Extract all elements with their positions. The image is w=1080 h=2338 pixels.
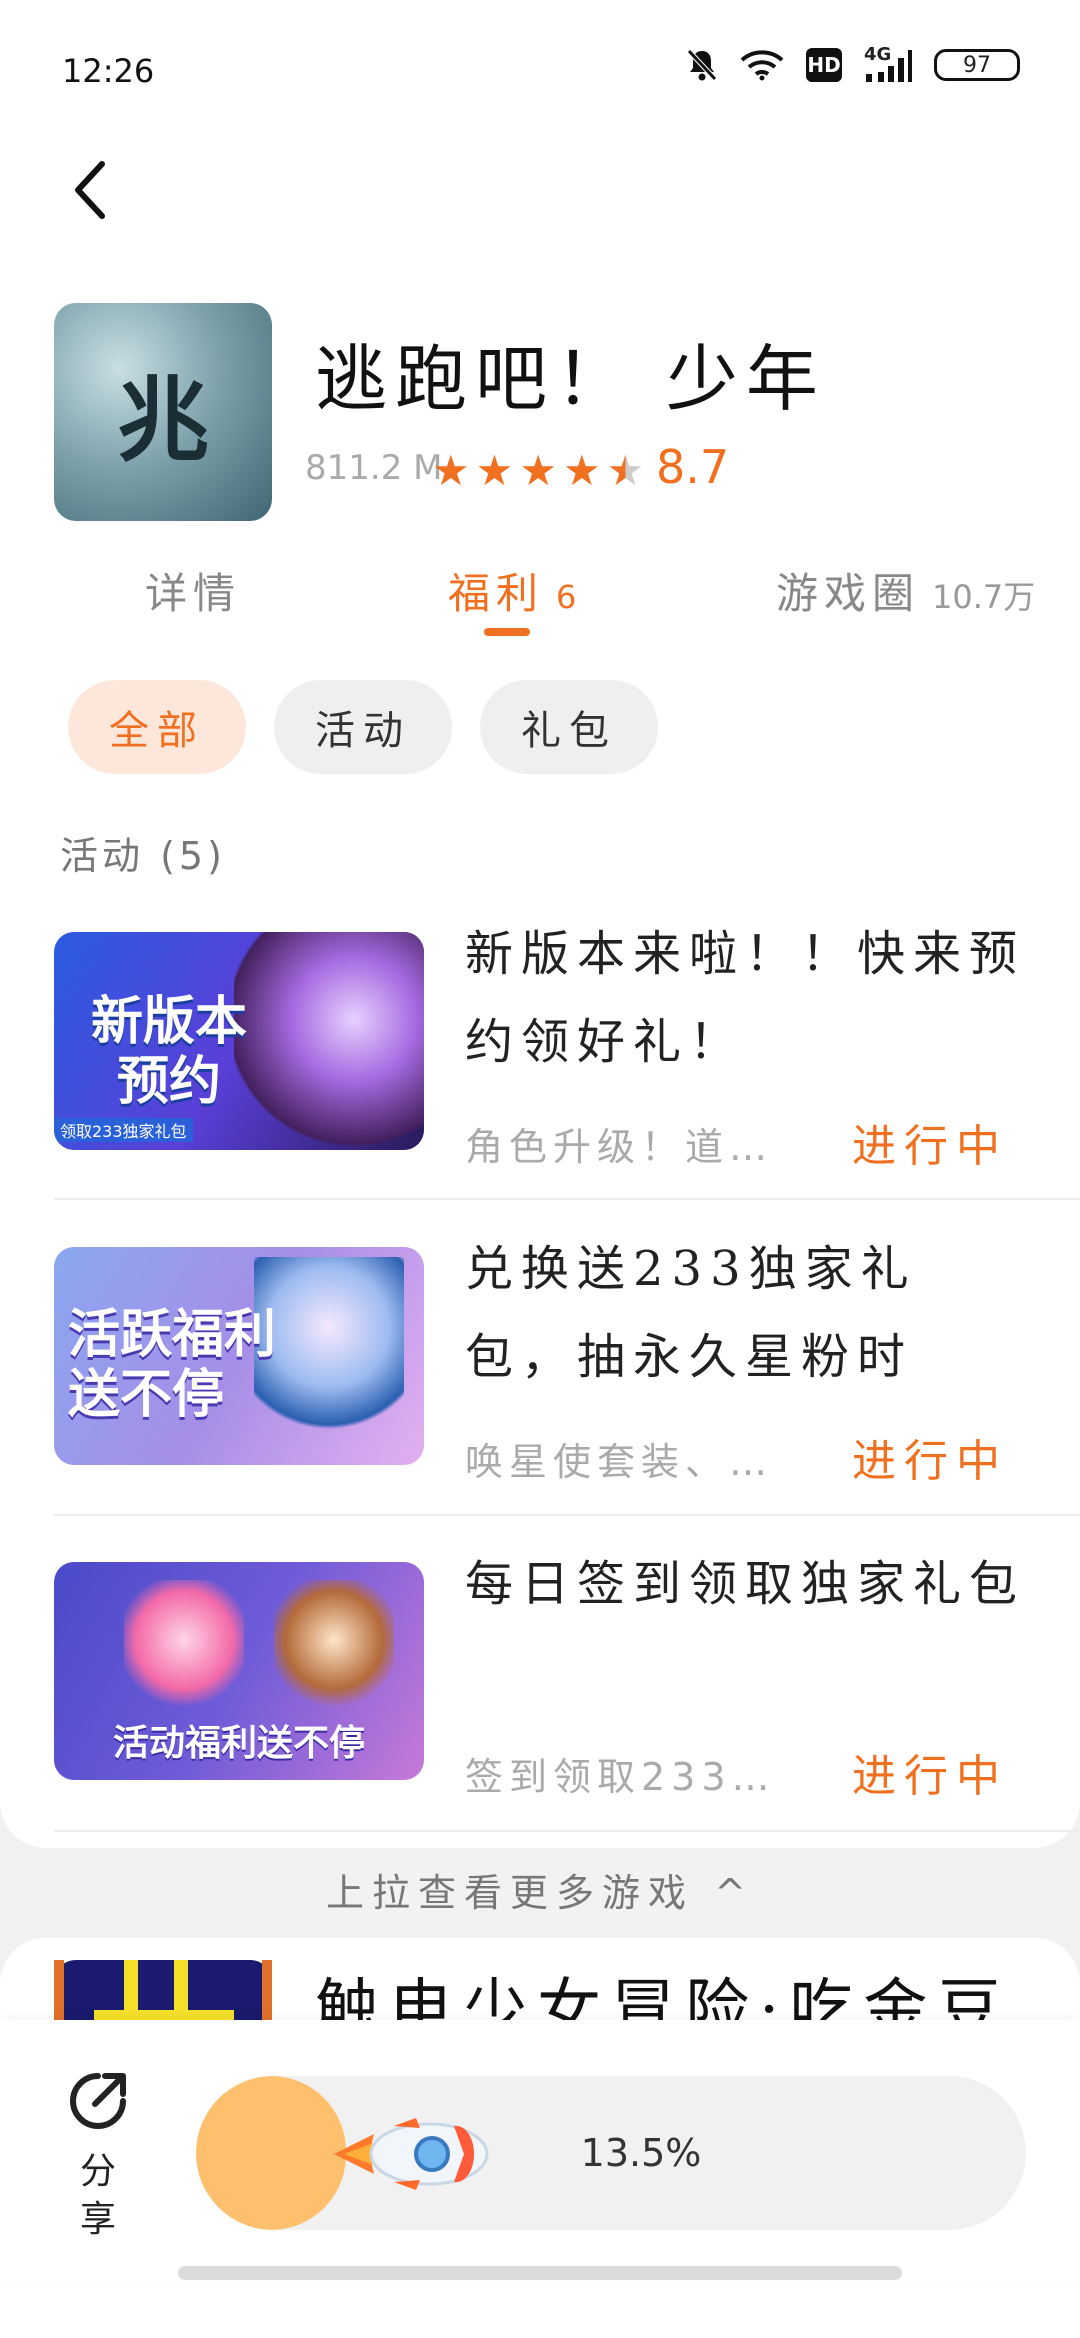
- share-button[interactable]: 分享: [58, 2068, 138, 2244]
- activity-title: 兑换送233独家礼包，抽永久星粉时: [465, 1241, 917, 1385]
- activity-status: 进行中: [852, 1751, 1008, 1802]
- thumbnail-subtext: 领取233独家礼包: [54, 1118, 193, 1142]
- thumbnail-text: 新版本 预约: [90, 992, 247, 1112]
- divider: [54, 1514, 1080, 1516]
- activity-thumbnail: 新版本 预约 领取233独家礼包: [54, 932, 424, 1150]
- wifi-icon: [740, 49, 784, 81]
- thumbnail-text: 活动福利送不停: [112, 1723, 365, 1764]
- activity-status: 进行中: [852, 1121, 1008, 1172]
- tab-bar: 详情 福利 6 游戏圈 10.7万: [0, 540, 1080, 638]
- status-time: 12:26: [62, 52, 155, 90]
- activity-desc: 角色升级！道…: [465, 1125, 774, 1169]
- filter-activities[interactable]: 活动: [274, 680, 452, 774]
- app-icon: 兆: [54, 303, 272, 521]
- tab-label: 游戏圈: [776, 569, 921, 618]
- character-art: [274, 1580, 394, 1730]
- rating-stars: ★ ★ ★ ★ ★: [432, 450, 644, 492]
- activity-title: 每日签到领取独家礼包: [465, 1556, 1026, 1612]
- battery-icon: 97: [934, 49, 1020, 81]
- share-icon: [70, 2073, 126, 2129]
- star-icon: ★: [519, 446, 557, 495]
- tab-details[interactable]: 详情: [145, 560, 241, 621]
- activity-status: 进行中: [852, 1436, 1008, 1487]
- signal-icon: 4G: [864, 44, 912, 82]
- activity-thumbnail: 活跃福利 送不停: [54, 1247, 424, 1465]
- star-icon: ★: [432, 446, 470, 495]
- half-star-icon: ★: [606, 446, 645, 495]
- app-title: 逃跑吧！ 少年: [315, 337, 826, 421]
- share-label: 分享: [79, 2151, 116, 2240]
- activity-title: 新版本来啦！！快来预约领好礼！: [465, 926, 1026, 1070]
- download-progress-text: 13.5%: [580, 2131, 702, 2175]
- network-type-label: 4G: [864, 44, 892, 65]
- tab-count: 10.7万: [932, 578, 1036, 616]
- star-icon: ★: [475, 446, 514, 495]
- app-icon-glyph: 兆: [116, 366, 209, 474]
- tab-label: 详情: [145, 569, 242, 618]
- section-title: 活动 (5): [60, 834, 226, 878]
- tab-label: 福利: [448, 569, 545, 618]
- chevron-left-icon: [75, 161, 105, 219]
- tab-benefits[interactable]: 福利 6: [448, 560, 576, 621]
- download-progress-button[interactable]: 13.5%: [196, 2076, 1026, 2230]
- pull-more-hint[interactable]: 上拉查看更多游戏 ^: [0, 1862, 1080, 1917]
- filter-gifts[interactable]: 礼包: [480, 680, 658, 774]
- rating-score: 8.7: [656, 440, 730, 494]
- status-icons: HD 4G 97: [686, 44, 1020, 82]
- activity-thumbnail: 活动福利送不停: [54, 1562, 424, 1780]
- active-tab-indicator: [484, 628, 530, 636]
- thumbnail-text: 活跃福利 送不停: [68, 1305, 277, 1425]
- star-icon: ★: [562, 446, 601, 495]
- home-indicator[interactable]: [178, 2266, 902, 2280]
- divider: [54, 1198, 1080, 1200]
- divider: [54, 1830, 1080, 1832]
- tab-game-circle[interactable]: 游戏圈 10.7万: [776, 560, 1035, 621]
- activity-desc: 签到领取233…: [465, 1755, 776, 1799]
- app-size: 811.2 M: [305, 448, 443, 488]
- activity-item[interactable]: 活跃福利 送不停 兑换送233独家礼包，抽永久星粉时 唤星使套装、… 进行中: [0, 1225, 1080, 1525]
- activity-item[interactable]: 新版本 预约 领取233独家礼包 新版本来啦！！快来预约领好礼！ 角色升级！道……: [0, 910, 1080, 1210]
- activity-desc: 唤星使套装、…: [465, 1440, 774, 1484]
- back-button[interactable]: [50, 150, 130, 230]
- activity-item[interactable]: 活动福利送不停 每日签到领取独家礼包 签到领取233… 进行中: [0, 1540, 1080, 1840]
- hd-icon: HD: [806, 48, 842, 82]
- tab-count: 6: [556, 578, 577, 616]
- filter-all[interactable]: 全部: [68, 680, 246, 774]
- mute-bell-icon: [686, 48, 718, 82]
- character-art: [254, 1257, 404, 1457]
- character-art: [124, 1580, 244, 1730]
